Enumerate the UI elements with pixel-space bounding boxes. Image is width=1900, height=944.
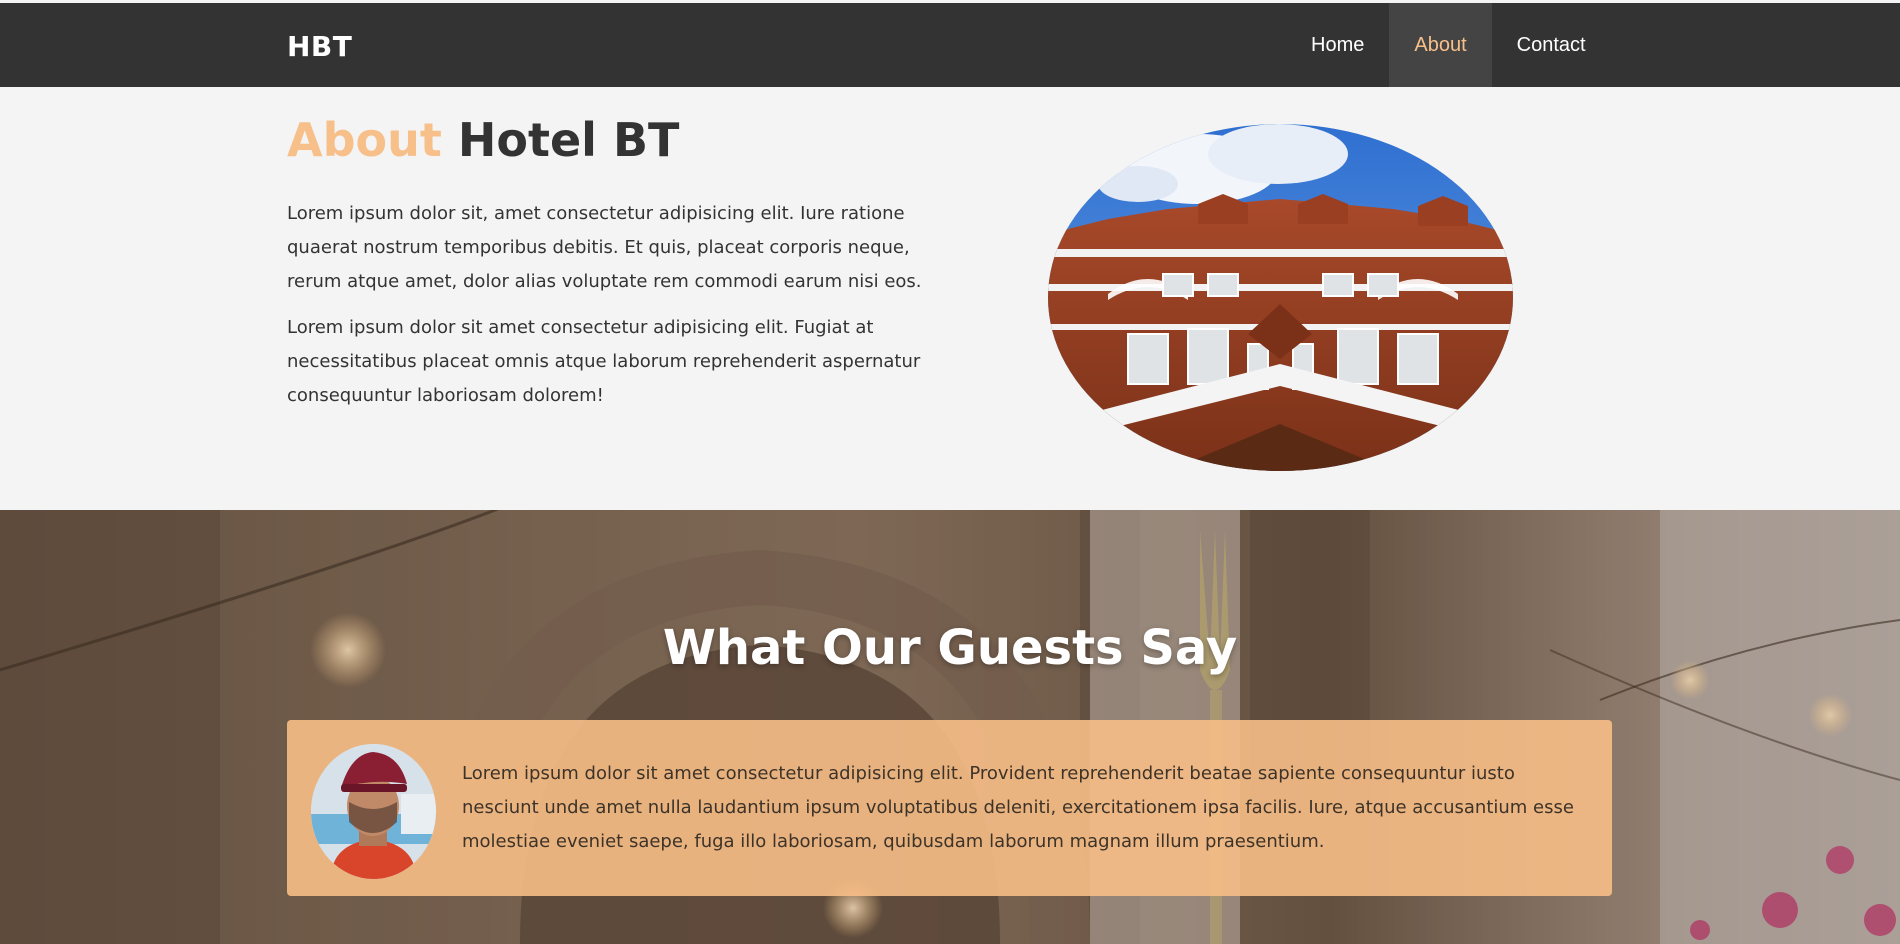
testimonials-section: What Our Guests Say Lorem ipsum dolor si… [0, 510, 1900, 944]
about-title-rest: Hotel BT [441, 113, 680, 167]
nav-item-about[interactable]: About [1389, 3, 1492, 87]
about-title: About Hotel BT [287, 113, 679, 167]
brand-logo[interactable]: HBT [287, 30, 352, 63]
nav-menu: Home About Contact [1286, 3, 1611, 87]
about-title-accent: About [287, 113, 442, 167]
about-section: About Hotel BT Lorem ipsum dolor sit, am… [0, 87, 1900, 510]
nav-item-home[interactable]: Home [1286, 3, 1389, 87]
guest-avatar [311, 744, 436, 879]
testimonial-text: Lorem ipsum dolor sit amet consectetur a… [462, 763, 1574, 852]
hotel-building-image [1048, 124, 1513, 471]
testimonials-title: What Our Guests Say [662, 620, 1238, 676]
testimonial-card: Lorem ipsum dolor sit amet consectetur a… [287, 720, 1612, 896]
nav-item-contact[interactable]: Contact [1492, 3, 1611, 87]
about-text: Lorem ipsum dolor sit, amet consectetur … [287, 197, 957, 425]
navbar: HBT Home About Contact [0, 0, 1900, 87]
about-paragraph: Lorem ipsum dolor sit amet consectetur a… [287, 317, 921, 406]
about-paragraph: Lorem ipsum dolor sit, amet consectetur … [287, 203, 922, 292]
